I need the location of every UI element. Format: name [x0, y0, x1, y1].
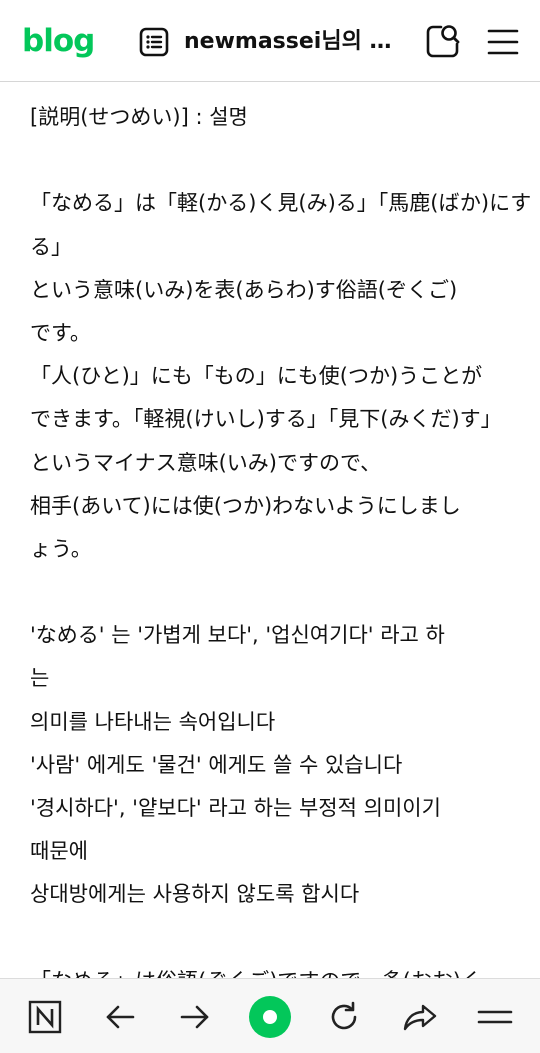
search-icon[interactable]	[424, 22, 462, 60]
body-line: [説明(せつめい)] : 설명	[30, 105, 248, 129]
top-header: blog newmassei님의 블...	[0, 0, 540, 82]
body-line: というマイナス意味(いみ)ですので、	[30, 450, 382, 475]
body-line: 는	[30, 666, 50, 691]
body-line	[30, 917, 514, 960]
body-line: 'なめる' 는 '가볍게 보다', '업신여기다' 라고 하	[30, 623, 445, 648]
body-line	[30, 571, 514, 614]
post-list-icon[interactable]	[138, 26, 170, 58]
body-line: '사람' 에게도 '물건' 에게도 쓸 수 있습니다	[30, 752, 403, 777]
blog-logo[interactable]: blog	[22, 20, 95, 62]
share-icon[interactable]	[398, 995, 442, 1039]
body-line: 상대방에게는 사용하지 않도록 합시다	[30, 882, 360, 907]
post-body: [説明(せつめい)] : 설명 「なめる」は「軽(かる)く見(み)る」「馬鹿(ば…	[30, 96, 532, 1003]
body-line: 때문에	[30, 839, 88, 864]
blog-title[interactable]: newmassei님의 블...	[184, 24, 406, 60]
body-line: '경시하다', '얕보다' 라고 하는 부정적 의미이기	[30, 796, 441, 820]
more-menu-icon[interactable]	[473, 995, 517, 1039]
body-line: です。	[30, 320, 91, 345]
body-line: 相手(あいて)には使(つか)わないようにしまし	[30, 493, 461, 518]
body-line: できます。「軽視(けいし)する」「見下(みくだ)す」	[30, 407, 502, 432]
naver-n-icon[interactable]	[23, 995, 67, 1039]
browser-bottom-toolbar	[0, 978, 540, 1053]
forward-arrow-icon[interactable]	[173, 995, 217, 1039]
body-line: 「人(ひと)」にも「もの」にも使(つか)うことが	[30, 364, 483, 389]
body-line: 「なめる」は「軽(かる)く見(み)る」「馬鹿(ばか)にす	[30, 191, 532, 216]
refresh-icon[interactable]	[322, 995, 366, 1039]
back-arrow-icon[interactable]	[98, 995, 142, 1039]
body-line: 의미를 나타내는 속어입니다	[30, 709, 276, 734]
body-line: る」	[30, 234, 72, 259]
body-line	[30, 139, 514, 182]
home-dot-icon[interactable]	[248, 995, 292, 1039]
body-line: ょう。	[30, 536, 92, 561]
body-line: という意味(いみ)を表(あらわ)す俗語(ぞくご)	[30, 277, 458, 302]
menu-icon[interactable]	[486, 26, 520, 58]
